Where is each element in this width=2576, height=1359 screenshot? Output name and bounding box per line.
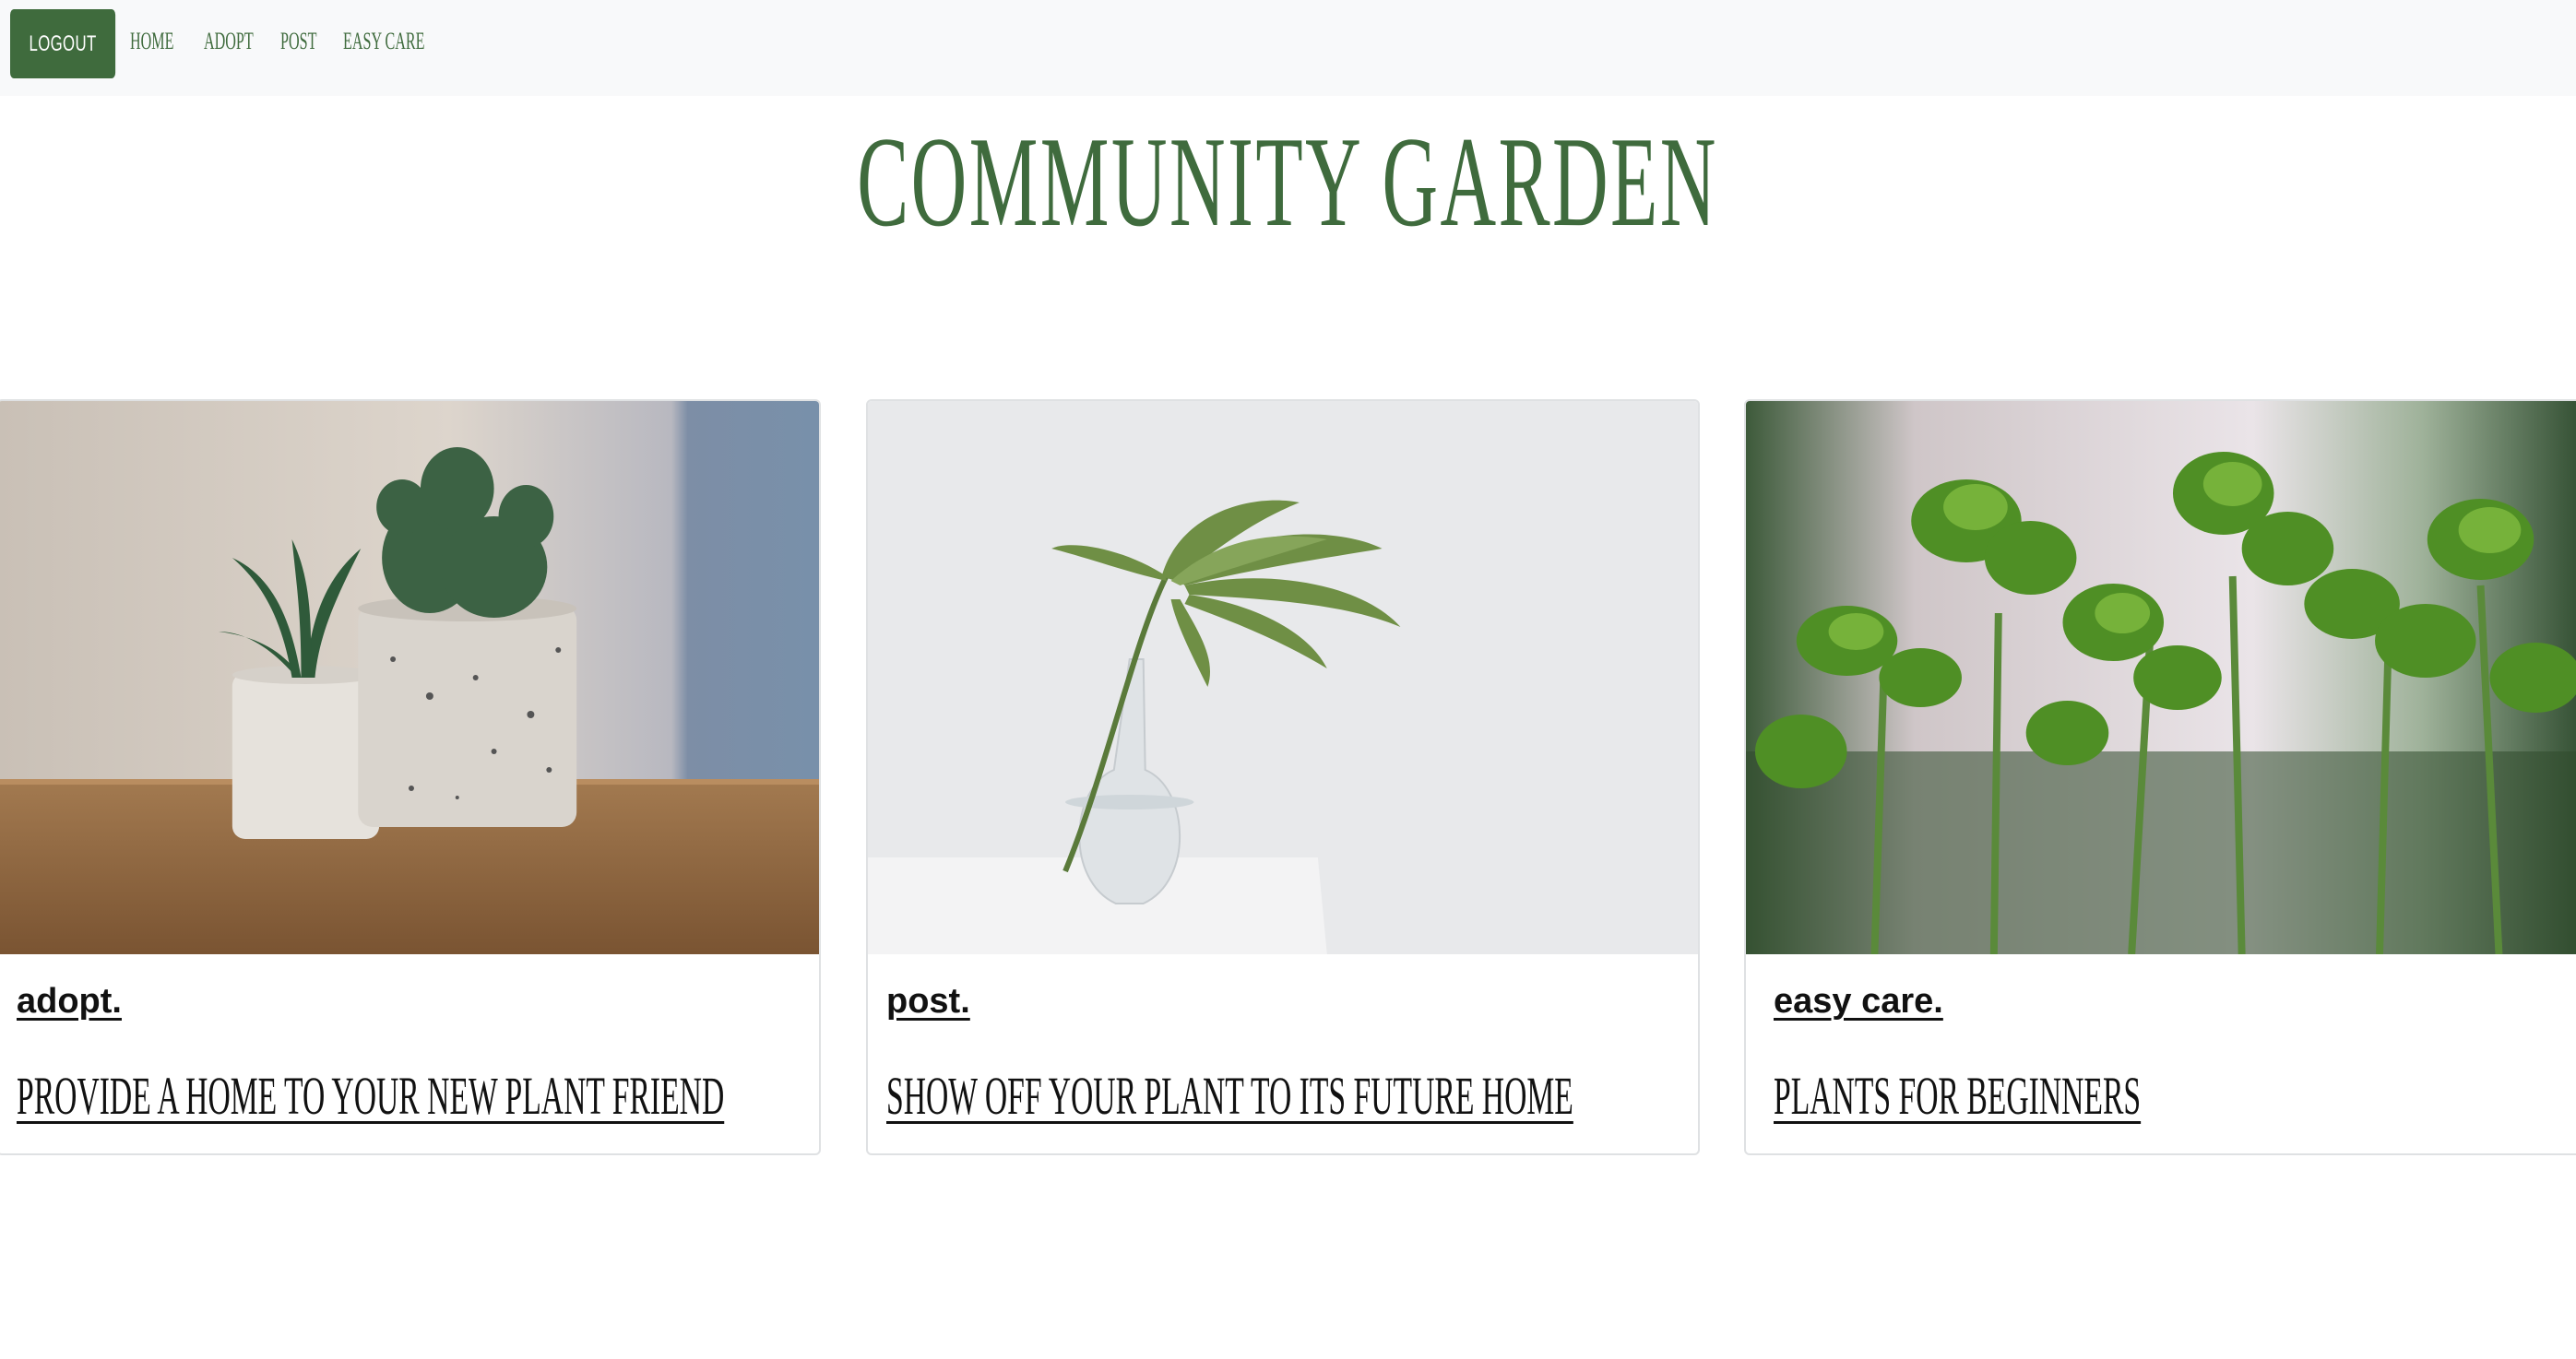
card-heading[interactable]: adopt.	[17, 982, 122, 1022]
card-subtitle-link[interactable]: PROVIDE A HOME TO YOUR NEW PLANT FRIEND	[17, 1065, 724, 1127]
monstera-vase-photo	[868, 401, 1698, 954]
nav-link-post[interactable]: POST	[280, 28, 316, 55]
card-subtitle-link[interactable]: PLANTS FOR BEGINNERS	[1774, 1065, 2141, 1127]
nav-link-adopt[interactable]: ADOPT	[204, 28, 254, 55]
card-subtitle-link[interactable]: SHOW OFF YOUR PLANT TO ITS FUTURE HOME	[886, 1065, 1573, 1127]
navbar: LOGOUT HOME ADOPT POST EASY CARE	[0, 0, 2576, 96]
nav-link-easy-care[interactable]: EASY CARE	[343, 28, 425, 55]
page-title: COMMUNITY GARDEN	[0, 109, 2576, 256]
card-heading[interactable]: easy care.	[1774, 982, 1943, 1022]
potted-cacti-photo	[0, 401, 819, 954]
card-heading[interactable]: post.	[886, 982, 970, 1022]
card-easy-care[interactable]: easy care. PLANTS FOR BEGINNERS	[1744, 399, 2576, 1155]
card-post[interactable]: post. SHOW OFF YOUR PLANT TO ITS FUTURE …	[866, 399, 1700, 1155]
page-title-text: COMMUNITY GARDEN	[857, 111, 1719, 254]
logout-button[interactable]: LOGOUT	[10, 9, 116, 78]
seedlings-photo	[1746, 401, 2576, 954]
card-adopt[interactable]: adopt. PROVIDE A HOME TO YOUR NEW PLANT …	[0, 399, 821, 1155]
nav-link-home[interactable]: HOME	[130, 28, 173, 55]
